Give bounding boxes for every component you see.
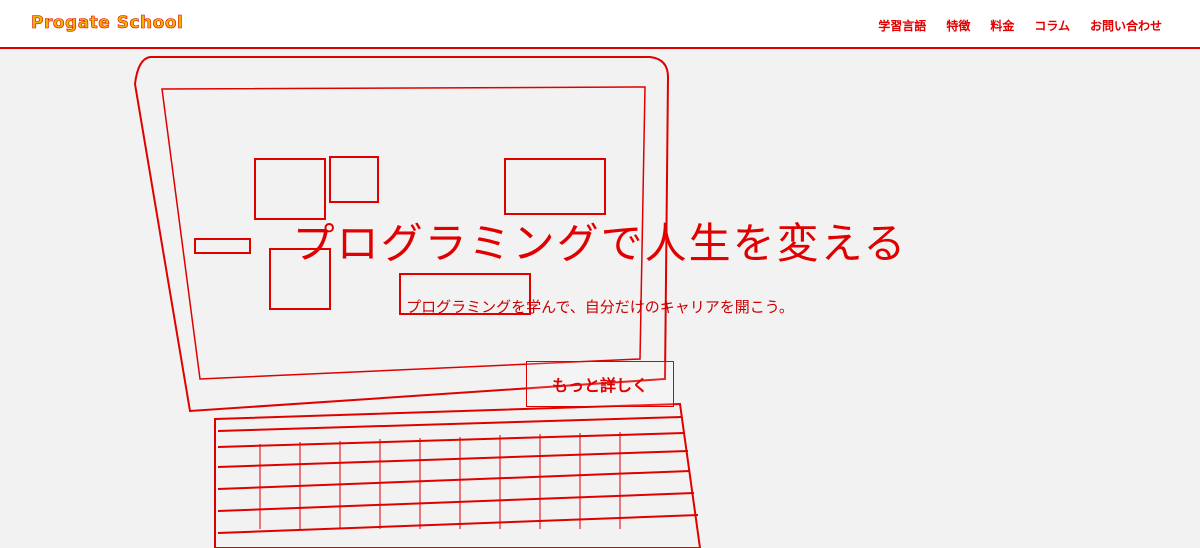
hero-section: プログラミングで人生を変える プログラミングを学んで、自分だけのキャリアを開こう… [0,49,1200,548]
nav-link-languages[interactable]: 学習言語 [878,17,926,34]
nav-link-pricing[interactable]: 料金 [990,17,1014,34]
learn-more-button[interactable]: もっと詳しく [526,361,674,407]
main-nav: 学習言語 特徴 料金 コラム お問い合わせ [878,17,1162,34]
hero-subline: プログラミングを学んで、自分だけのキャリアを開こう。 [406,298,794,316]
hero-headline: プログラミングで人生を変える [292,219,908,268]
nav-link-features[interactable]: 特徴 [946,17,970,34]
site-logo[interactable]: Progate School [31,13,183,34]
nav-link-contact[interactable]: お問い合わせ [1090,17,1162,34]
site-header: Progate School 学習言語 特徴 料金 コラム お問い合わせ [0,0,1200,49]
nav-link-column[interactable]: コラム [1034,17,1070,34]
